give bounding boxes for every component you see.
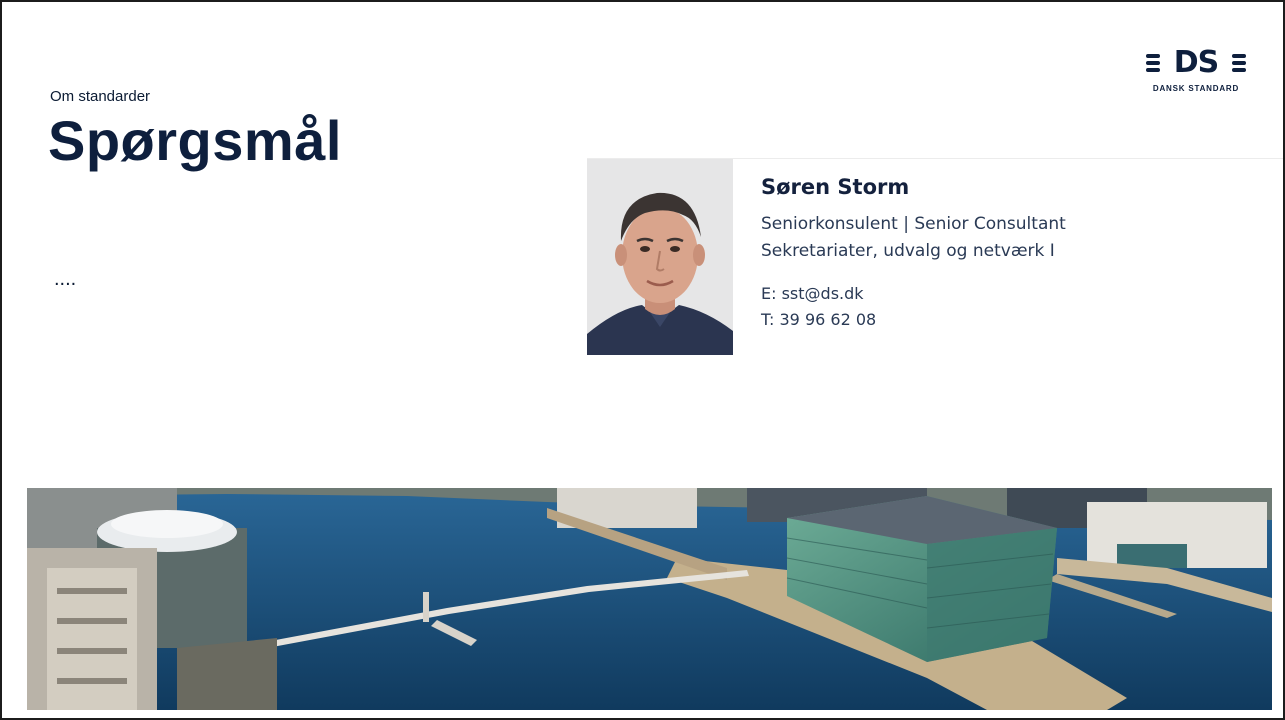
contact-role-1: Seniorkonsulent | Senior Consultant	[761, 214, 1066, 234]
body-text: ....	[54, 268, 77, 290]
harbour-photo	[27, 488, 1272, 710]
contact-name: Søren Storm	[761, 175, 910, 199]
contact-phone: T: 39 96 62 08	[761, 310, 877, 329]
portrait-photo	[587, 159, 733, 355]
contact-role-2: Sekretariater, udvalg og netværk I	[761, 241, 1055, 261]
dansk-standard-logo: DS DANSK STANDARD	[1146, 46, 1246, 100]
contact-email: E: sst@ds.dk	[761, 284, 864, 303]
section-subtitle: Om standarder	[50, 88, 151, 105]
wave-lines-icon	[1146, 54, 1160, 72]
contact-card: Søren Storm Seniorkonsulent | Senior Con…	[587, 158, 1283, 357]
logo-subtext: DANSK STANDARD	[1152, 84, 1240, 93]
contact-details: E: sst@ds.dk T: 39 96 62 08	[761, 281, 1066, 333]
wave-lines-icon	[1231, 54, 1246, 72]
slide: Om standarder Spørgsmål .... DS DANSK ST…	[0, 0, 1285, 720]
contact-info: Søren Storm Seniorkonsulent | Senior Con…	[761, 175, 1066, 333]
page-title: Spørgsmål	[48, 109, 342, 172]
logo-text: DS	[1173, 45, 1220, 80]
